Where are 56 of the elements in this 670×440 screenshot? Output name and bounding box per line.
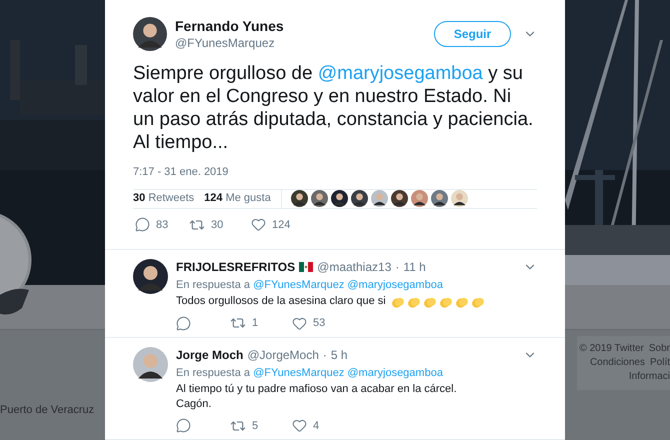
footer-link[interactable]: © 2019 Twitter: [579, 342, 644, 356]
reply-count: 83: [156, 218, 168, 232]
like-icon[interactable]: [292, 418, 307, 434]
retweet-count: 30: [211, 218, 224, 232]
reply-time[interactable]: 5 h: [330, 346, 348, 362]
avatar[interactable]: [430, 190, 448, 207]
location-text: Puerto de Veracruz: [0, 402, 96, 418]
stat-text[interactable]: 124 Me gusta: [204, 190, 271, 207]
like-icon[interactable]: [251, 217, 266, 232]
footer-link[interactable]: Condiciones: [590, 356, 645, 370]
reply-icon[interactable]: [176, 316, 191, 331]
mention-link[interactable]: @maryjosegamboa: [318, 63, 483, 84]
mention-link[interactable]: @maryjosegamboa: [347, 366, 443, 378]
retweet-count: 1: [252, 316, 258, 331]
avatar[interactable]: [450, 190, 468, 207]
avatar[interactable]: [410, 190, 428, 207]
stat-text[interactable]: 30 Retweets: [133, 190, 194, 207]
follow-button[interactable]: Seguir: [434, 21, 511, 47]
like-count: 53: [313, 316, 326, 331]
tweet-text: Siempre orgulloso de @maryjosegamboa y su valor en el Congreso y en nuestro Estado. Ni un paso atrás diputada, constancia y paciencia. Al tiempo...: [133, 62, 534, 154]
author-name[interactable]: Fernando Yunes: [175, 17, 434, 35]
reply-author-handle[interactable]: @maathiaz13: [317, 259, 392, 275]
reply-text: Todos orgullosos de la asesina claro que si: [176, 294, 386, 309]
retweet-count: 5: [252, 418, 258, 434]
avatar[interactable]: [133, 17, 167, 51]
footer-link[interactable]: Polít: [650, 356, 670, 370]
reply-icon[interactable]: [135, 217, 150, 232]
reply-context: En respuesta a @FYunesMarquez @maryjosegamboa: [176, 278, 444, 293]
reply-author-handle[interactable]: @JorgeMoch: [247, 346, 319, 362]
avatar[interactable]: [350, 190, 368, 207]
footer-link[interactable]: Informaci: [628, 370, 670, 384]
reply-author-name[interactable]: Jorge Moch: [176, 346, 244, 362]
separator-dot: ·: [395, 259, 400, 275]
reply-icon[interactable]: [176, 418, 191, 434]
like-icon[interactable]: [292, 316, 307, 331]
reply-author-name[interactable]: FRIJOLESREFRITOS: [176, 259, 296, 275]
reply-time[interactable]: 11 h: [403, 259, 426, 275]
like-count: 124: [272, 218, 290, 232]
reply-text: Cagón.: [176, 396, 212, 412]
reply-text: Al tiempo tú y tu padre mafioso van a acabar en la cárcel.: [176, 382, 457, 396]
reply-context: En respuesta a @FYunesMarquez @maryjosegamboa: [176, 366, 444, 380]
avatar[interactable]: [390, 190, 408, 207]
avatar[interactable]: [290, 190, 308, 207]
avatar[interactable]: [133, 346, 168, 382]
mention-link[interactable]: @maryjosegamboa: [347, 279, 443, 291]
author-handle[interactable]: @FYunesMarquez: [175, 35, 434, 51]
avatar[interactable]: [133, 259, 168, 294]
footer-link[interactable]: Sobr: [648, 342, 670, 356]
mention-link[interactable]: @FYunesMarquez: [253, 279, 344, 291]
avatar[interactable]: [310, 190, 328, 207]
mention-link[interactable]: @FYunesMarquez: [253, 366, 344, 378]
avatar[interactable]: [370, 190, 388, 207]
tweet-timestamp[interactable]: 7:17 - 31 ene. 2019: [133, 164, 537, 180]
avatar[interactable]: [330, 190, 348, 207]
like-count: 4: [313, 418, 320, 434]
separator-dot: ·: [322, 346, 327, 362]
